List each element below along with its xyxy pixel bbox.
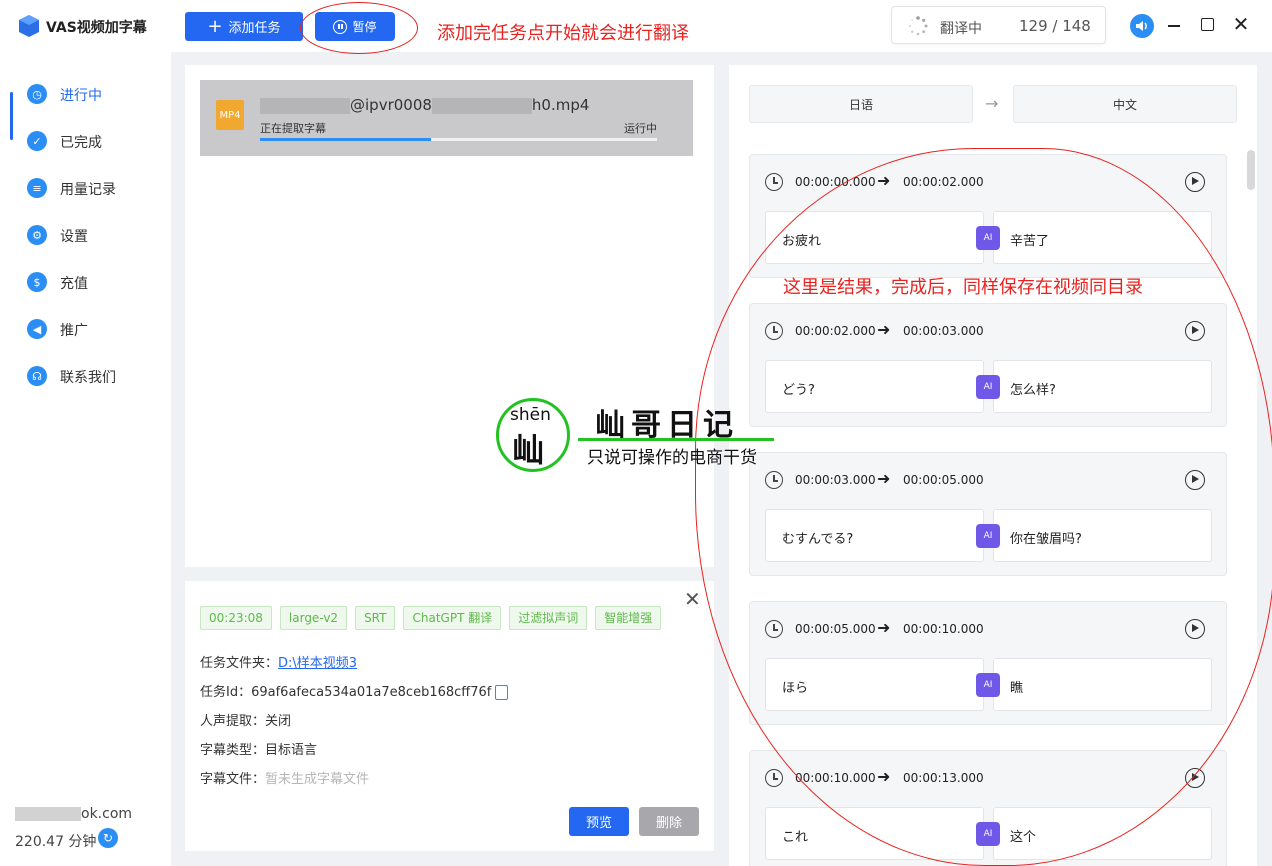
detail-task-id: 任务Id：69af6afeca534a01a7e8ceb168cff76f <box>200 681 509 700</box>
task-tags: 00:23:08 large-v2 SRT ChatGPT 翻译 过滤拟声词 智… <box>200 606 662 630</box>
spinner-icon <box>908 16 928 36</box>
headset-icon: ☊ <box>27 366 47 386</box>
copy-icon[interactable] <box>495 685 509 700</box>
list-icon: ≡ <box>27 178 47 198</box>
sidebar-item-promote[interactable]: ◀ 推广 <box>0 311 171 347</box>
check-icon: ✓ <box>27 131 47 151</box>
clock-icon <box>765 769 783 787</box>
app-title: VAS视频加字幕 <box>46 20 147 36</box>
app-logo-icon <box>19 15 39 37</box>
user-email: ok.com <box>15 806 132 822</box>
sidebar-item-completed[interactable]: ✓ 已完成 <box>0 123 171 159</box>
task-file-name: @ipvr0008 h0.mp4 <box>260 96 589 114</box>
sidebar-item-label: 已完成 <box>60 135 102 151</box>
task-detail-panel: ✕ 00:23:08 large-v2 SRT ChatGPT 翻译 过滤拟声词… <box>185 581 714 851</box>
ai-icon[interactable]: AI <box>976 673 1000 697</box>
clock-icon: ◷ <box>27 84 47 104</box>
sidebar-item-usage[interactable]: ≡ 用量记录 <box>0 170 171 206</box>
ai-icon[interactable]: AI <box>976 375 1000 399</box>
scrollbar[interactable] <box>1247 150 1255 190</box>
megaphone-icon: ◀ <box>27 319 47 339</box>
annotation-top: 添加完任务点开始就会进行翻译 <box>437 23 689 44</box>
detail-subtitle-file: 字幕文件：暂未生成字幕文件 <box>200 772 370 787</box>
email-redaction <box>15 807 81 821</box>
detail-subtitle-type: 字幕类型：目标语言 <box>200 743 318 758</box>
sidebar: ◷ 进行中 ✓ 已完成 ≡ 用量记录 ⚙ 设置 $ 充值 ◀ 推广 ☊ 联系我们… <box>0 52 171 866</box>
sidebar-item-in-progress[interactable]: ◷ 进行中 <box>0 76 171 140</box>
sidebar-item-label: 用量记录 <box>60 182 116 198</box>
tag-enhance: 智能增强 <box>595 606 662 630</box>
annotation-result: 这里是结果，完成后，同样保存在视频同目录 <box>783 277 1143 298</box>
tag-model: large-v2 <box>279 606 348 630</box>
sidebar-item-settings[interactable]: ⚙ 设置 <box>0 217 171 253</box>
sidebar-item-label: 进行中 <box>60 88 102 104</box>
progress-count: 129 / 148 <box>1019 17 1091 35</box>
preview-button[interactable]: 预览 <box>569 807 629 836</box>
task-state: 运行中 <box>624 122 657 135</box>
task-progress-fill <box>260 138 431 141</box>
watermark-subtitle: 只说可操作的电商干货 <box>587 448 757 468</box>
task-card[interactable]: MP4 @ipvr0008 h0.mp4 正在提取字幕 运行中 <box>200 80 693 156</box>
source-language[interactable]: 日语 <box>749 85 973 123</box>
delete-button[interactable]: 删除 <box>639 807 699 836</box>
ai-icon[interactable]: AI <box>976 524 1000 548</box>
folder-link[interactable]: D:\样本视频3 <box>278 656 357 671</box>
close-icon[interactable]: ✕ <box>1231 14 1251 34</box>
annotation-loop <box>695 148 1272 866</box>
sidebar-item-label: 推广 <box>60 323 88 339</box>
sidebar-item-label: 充值 <box>60 276 88 292</box>
plus-icon: + <box>207 15 223 37</box>
watermark-underline <box>578 438 774 441</box>
tag-filter: 过滤拟声词 <box>509 606 588 630</box>
coins-icon: $ <box>27 272 47 292</box>
detail-vocal: 人声提取：关闭 <box>200 714 292 729</box>
ai-icon[interactable]: AI <box>976 226 1000 250</box>
title-bar: VAS视频加字幕 + 添加任务 暂停 添加完任务点开始就会进行翻译 翻译中 12… <box>0 0 1272 54</box>
task-progress-bar <box>260 138 657 141</box>
close-icon[interactable]: ✕ <box>684 587 701 611</box>
arrow-right-icon: → <box>985 94 999 113</box>
progress-label: 翻译中 <box>940 21 982 37</box>
add-task-label: 添加任务 <box>228 21 281 36</box>
task-status: 正在提取字幕 <box>260 122 326 135</box>
target-language[interactable]: 中文 <box>1013 85 1237 123</box>
speaker-icon[interactable] <box>1130 14 1154 38</box>
add-task-button[interactable]: + 添加任务 <box>185 12 303 41</box>
mp4-file-icon: MP4 <box>216 100 244 130</box>
balance: 220.47 分钟 <box>15 834 97 850</box>
task-list-panel: MP4 @ipvr0008 h0.mp4 正在提取字幕 运行中 <box>185 65 714 567</box>
detail-folder: 任务文件夹：D:\样本视频3 <box>200 656 358 671</box>
refresh-icon[interactable]: ↻ <box>98 828 118 848</box>
sidebar-item-label: 联系我们 <box>60 370 116 386</box>
translation-progress: 翻译中 129 / 148 <box>891 6 1106 44</box>
sidebar-item-contact[interactable]: ☊ 联系我们 <box>0 358 171 394</box>
minimize-icon[interactable] <box>1168 25 1180 27</box>
sidebar-item-label: 设置 <box>60 229 88 245</box>
annotation-circle-pause <box>300 2 418 54</box>
tag-format: SRT <box>355 606 396 630</box>
source-text: これ <box>782 830 809 845</box>
play-icon[interactable] <box>1185 172 1205 192</box>
ai-icon[interactable]: AI <box>976 822 1000 846</box>
tag-translator: ChatGPT 翻译 <box>403 606 502 630</box>
settings-icon: ⚙ <box>27 225 47 245</box>
watermark-pinyin: shēn <box>510 405 551 425</box>
watermark-char: 屾 <box>512 431 545 469</box>
sidebar-item-recharge[interactable]: $ 充值 <box>0 264 171 300</box>
maximize-icon[interactable] <box>1201 18 1214 31</box>
tag-duration: 00:23:08 <box>200 606 272 630</box>
clock-icon <box>765 173 783 191</box>
